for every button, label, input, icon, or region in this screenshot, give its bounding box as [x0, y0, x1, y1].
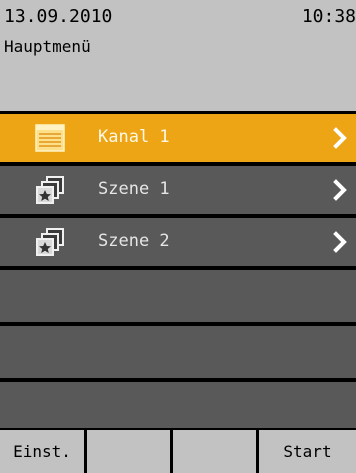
- main-menu: Kanal 1 Szene 1 Szene 2: [0, 114, 356, 428]
- softkey-bar: Einst. Start: [0, 430, 356, 473]
- chevron-right-icon: [333, 127, 347, 149]
- blank-softkey-2[interactable]: [87, 430, 170, 473]
- channel-list-icon: [35, 124, 65, 152]
- empty-menu-row: [0, 270, 356, 322]
- menu-item-kanal-1[interactable]: Kanal 1: [0, 114, 356, 162]
- date-display: 13.09.2010: [4, 6, 113, 27]
- menu-item-label: Szene 2: [98, 231, 170, 251]
- status-header: 13.09.2010 10:38 Hauptmenü: [0, 0, 356, 111]
- scene-icon: [36, 228, 64, 256]
- time-display: 10:38: [301, 6, 356, 27]
- start-softkey[interactable]: Start: [259, 430, 356, 473]
- menu-item-szene-2[interactable]: Szene 2: [0, 218, 356, 266]
- menu-item-szene-1[interactable]: Szene 1: [0, 166, 356, 214]
- page-title: Hauptmenü: [4, 37, 91, 56]
- blank-softkey-3[interactable]: [173, 430, 256, 473]
- chevron-right-icon: [333, 179, 347, 201]
- settings-softkey[interactable]: Einst.: [0, 430, 84, 473]
- menu-item-label: Szene 1: [98, 179, 170, 199]
- device-screen: 13.09.2010 10:38 Hauptmenü Kanal 1 Szene…: [0, 0, 356, 473]
- empty-menu-row: [0, 382, 356, 428]
- chevron-right-icon: [333, 231, 347, 253]
- empty-menu-row: [0, 326, 356, 378]
- scene-icon: [36, 176, 64, 204]
- menu-item-label: Kanal 1: [98, 127, 170, 147]
